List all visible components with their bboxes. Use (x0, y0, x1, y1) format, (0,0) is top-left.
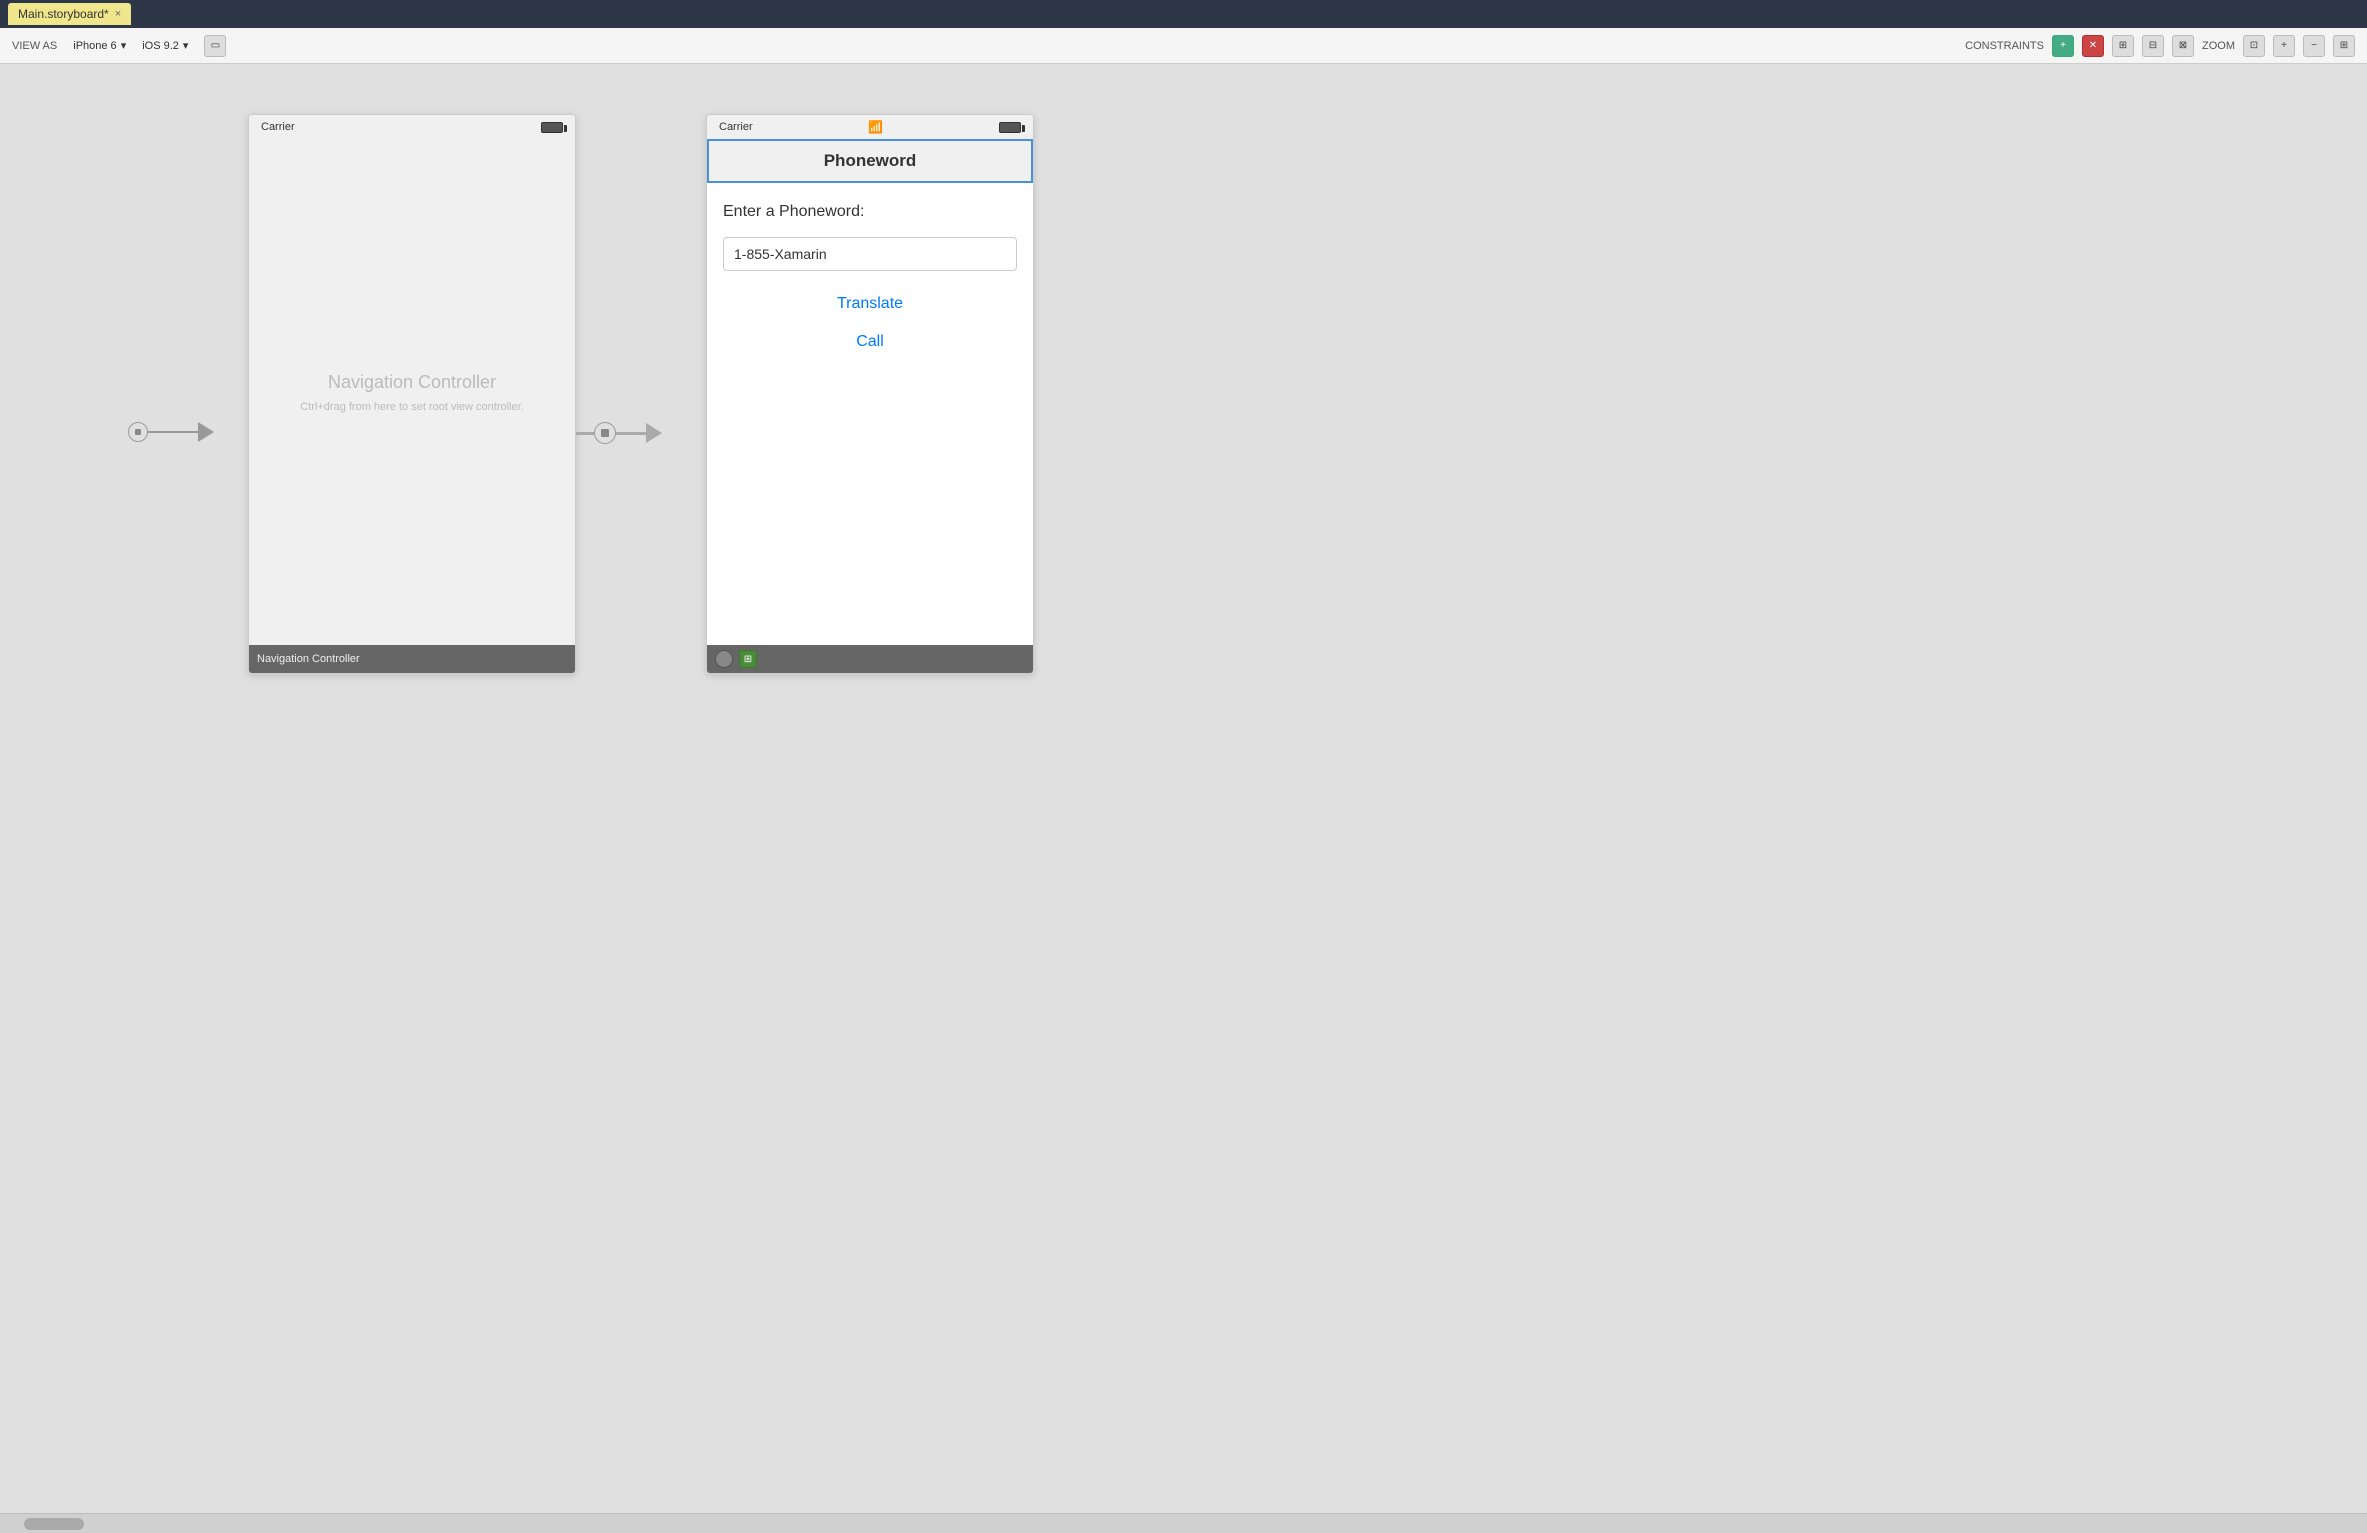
segue-line-right (616, 432, 646, 435)
segue-arrow-connector (576, 422, 662, 444)
nav-footer-label: Navigation Controller (257, 653, 360, 665)
toolbar-right: CONSTRAINTS + ✕ ⊞ ⊟ ⊠ ZOOM ⊡ + − ⊞ (1965, 35, 2355, 57)
entry-line (148, 431, 198, 433)
tab-close-button[interactable]: × (115, 8, 121, 20)
phoneword-footer: ⊞ (707, 645, 1033, 673)
phoneword-nav-title: Phoneword (824, 151, 917, 171)
storyboard-canvas: Carrier Navigation Controller Ctrl+drag … (0, 64, 2367, 1513)
phone-input-field[interactable] (723, 237, 1017, 271)
constraints-add-button[interactable]: + (2052, 35, 2074, 57)
constraints-layout-button[interactable]: ⊞ (2112, 35, 2134, 57)
nav-controller-footer: Navigation Controller (249, 645, 575, 673)
ios-selector[interactable]: iOS 9.2 ▾ (142, 39, 188, 52)
entry-circle (128, 422, 148, 442)
toolbar: VIEW AS iPhone 6 ▾ iOS 9.2 ▾ ▭ CONSTRAIN… (0, 28, 2367, 64)
footer-circle-icon (715, 650, 733, 668)
view-as-label: VIEW AS (12, 40, 57, 52)
nav-controller-frame: Carrier Navigation Controller Ctrl+drag … (248, 114, 576, 674)
nav-controller-hint: Ctrl+drag from here to set root view con… (300, 401, 523, 413)
segue-line-left (576, 432, 594, 435)
phoneword-content: Enter a Phoneword: Translate Call (707, 183, 1033, 645)
title-bar: Main.storyboard* × (0, 0, 2367, 28)
wifi-icon: 📶 (868, 120, 883, 134)
phoneword-battery-icon (999, 122, 1021, 133)
entry-arrowhead (198, 422, 214, 442)
phoneword-nav-bar: Phoneword (707, 139, 1033, 183)
constraints-resolve-button[interactable]: ⊟ (2142, 35, 2164, 57)
translate-button[interactable]: Translate (723, 295, 1017, 313)
phoneword-carrier: Carrier (719, 121, 753, 133)
nav-controller-title: Navigation Controller (328, 372, 496, 393)
zoom-fit-button[interactable]: ⊡ (2243, 35, 2265, 57)
zoom-label: ZOOM (2202, 40, 2235, 52)
green-icon-symbol: ⊞ (744, 654, 752, 665)
main-storyboard-tab[interactable]: Main.storyboard* × (8, 3, 131, 25)
iphone-label: iPhone 6 (73, 40, 116, 52)
nav-status-bar: Carrier (249, 115, 575, 139)
segue-circle (594, 422, 616, 444)
iphone-chevron: ▾ (121, 39, 127, 52)
ios-chevron: ▾ (183, 39, 189, 52)
zoom-out-button[interactable]: − (2303, 35, 2325, 57)
entry-arrow-connector (128, 422, 214, 442)
nav-carrier: Carrier (261, 121, 295, 133)
ios-label: iOS 9.2 (142, 40, 179, 52)
tab-label: Main.storyboard* (18, 7, 109, 21)
horizontal-scrollbar[interactable] (0, 1513, 2367, 1533)
scrollbar-thumb[interactable] (24, 1518, 84, 1530)
nav-battery-icon (541, 122, 563, 133)
phoneword-status-bar: Carrier 📶 (707, 115, 1033, 139)
nav-controller-content: Navigation Controller Ctrl+drag from her… (249, 139, 575, 645)
zoom-in-button[interactable]: + (2273, 35, 2295, 57)
zoom-full-button[interactable]: ⊞ (2333, 35, 2355, 57)
phoneword-frame: Carrier 📶 Phoneword Enter a Phoneword: T… (706, 114, 1034, 674)
call-button[interactable]: Call (723, 333, 1017, 351)
iphone-selector[interactable]: iPhone 6 ▾ (73, 39, 126, 52)
device-icon: ▭ (211, 40, 220, 51)
constraints-label: CONSTRAINTS (1965, 40, 2044, 52)
device-orientation-button[interactable]: ▭ (204, 35, 226, 57)
constraints-pin-button[interactable]: ⊠ (2172, 35, 2194, 57)
footer-green-icon: ⊞ (739, 650, 757, 668)
enter-phoneword-label: Enter a Phoneword: (723, 203, 1017, 221)
segue-arrowhead (646, 423, 662, 443)
constraints-remove-button[interactable]: ✕ (2082, 35, 2104, 57)
